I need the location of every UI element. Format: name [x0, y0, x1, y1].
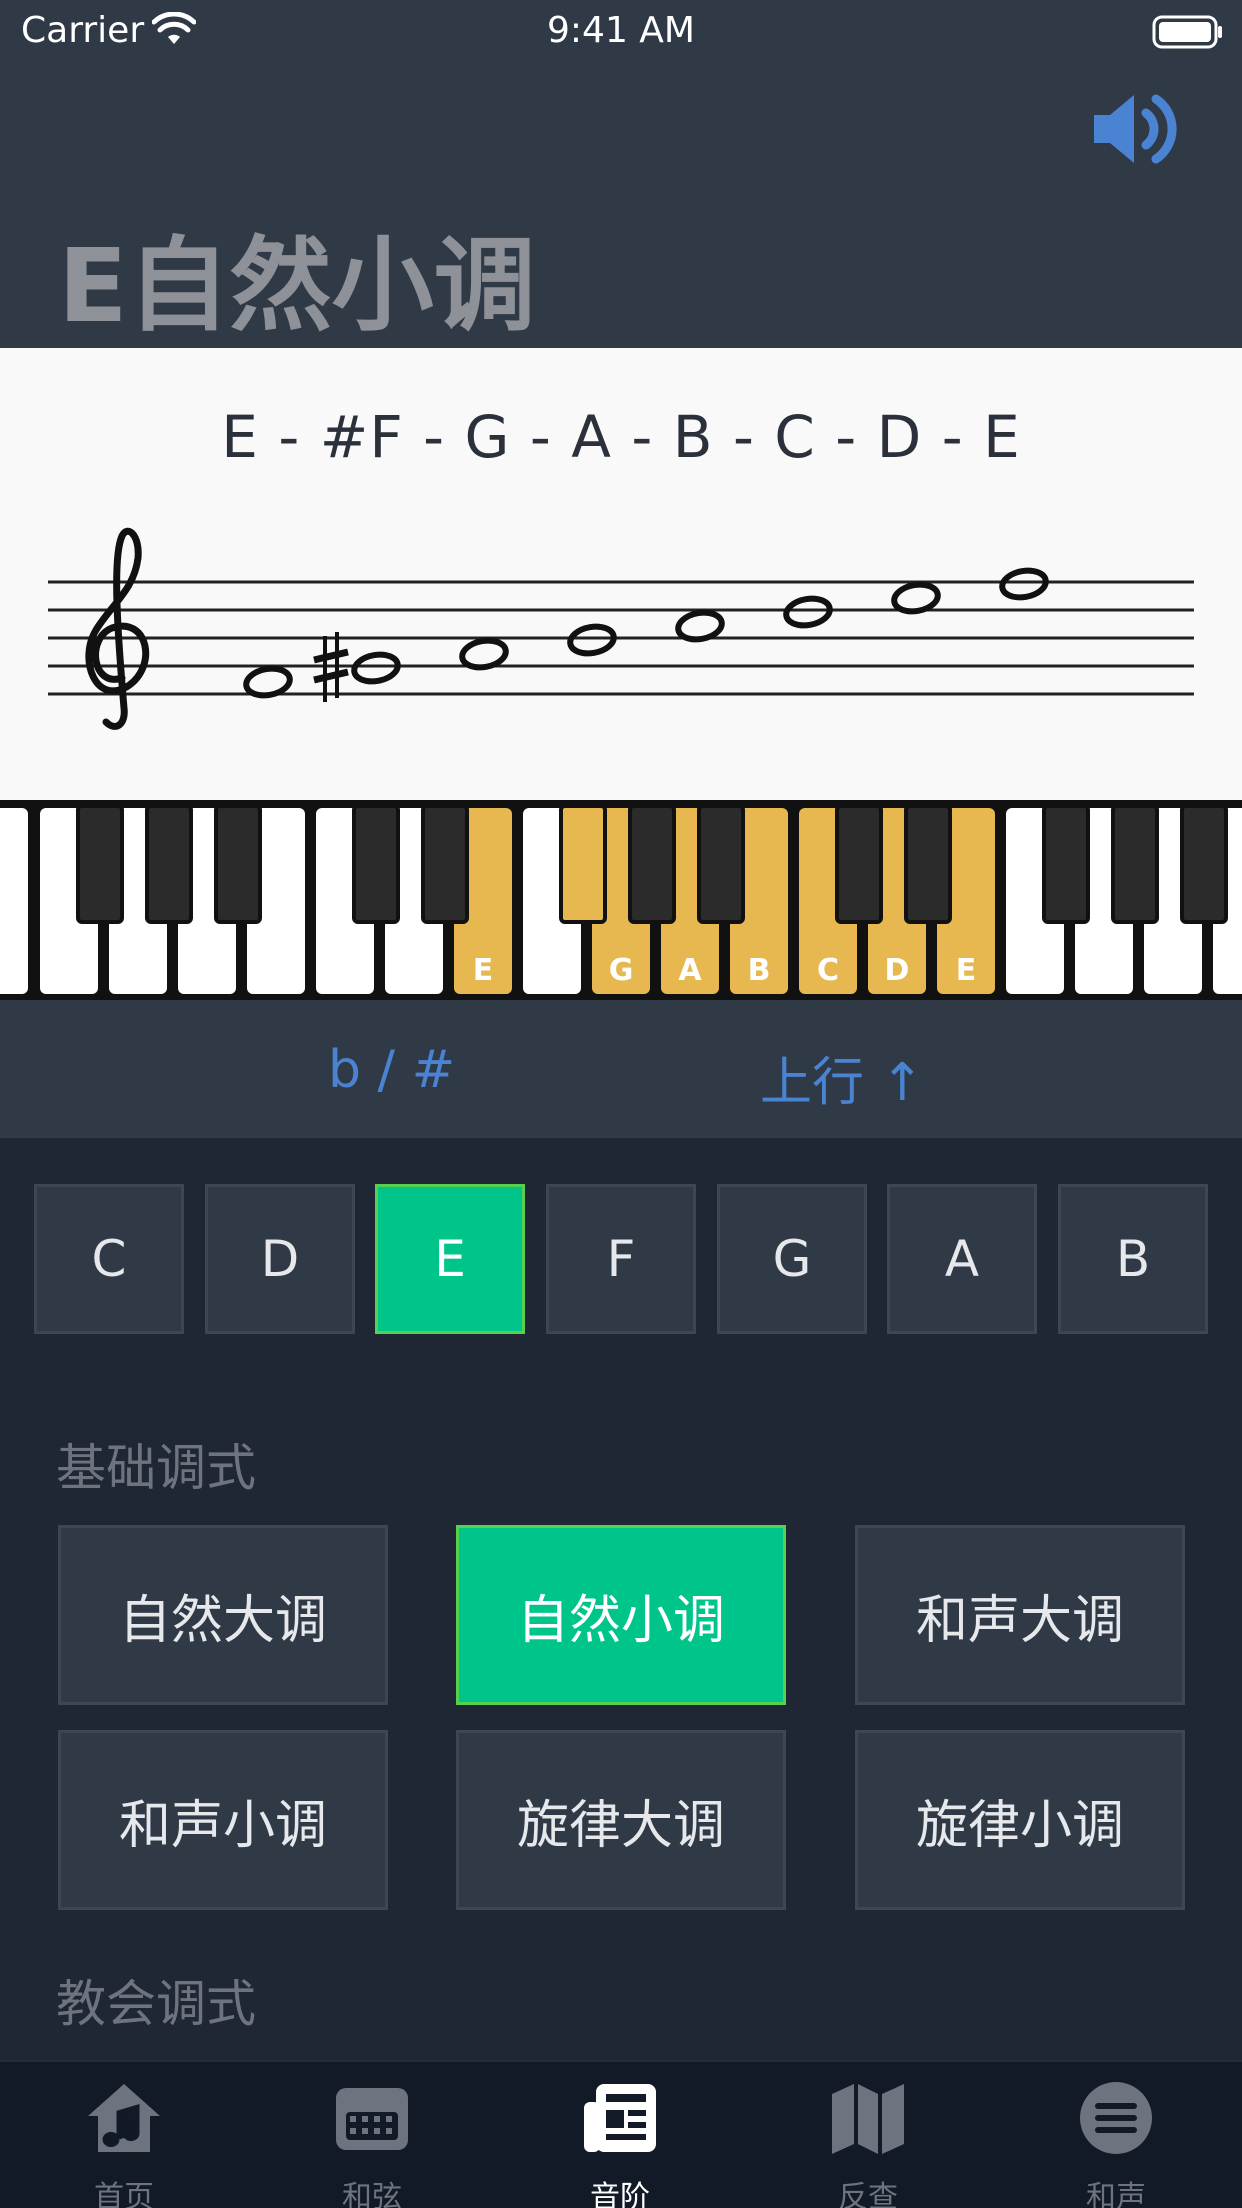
- key-label: D: [885, 953, 910, 988]
- home-music-icon: [88, 2084, 160, 2152]
- tab-scales[interactable]: 音阶: [496, 2062, 744, 2208]
- treble-clef-icon: [85, 527, 150, 730]
- mode-button-natural-major[interactable]: 自然大调: [58, 1525, 388, 1705]
- key-button-a[interactable]: A: [887, 1184, 1037, 1334]
- key-button-g[interactable]: G: [717, 1184, 867, 1334]
- section-label-basic-modes: 基础调式: [56, 1439, 256, 1497]
- staff-panel: E - #F - G - A - B - C - D - E: [0, 348, 1242, 800]
- speaker-icon[interactable]: [1090, 89, 1180, 169]
- piano-keyboard[interactable]: E G A B C D E: [0, 800, 1242, 1000]
- mode-button-melodic-minor[interactable]: 旋律小调: [855, 1730, 1185, 1910]
- key-button-c[interactable]: C: [34, 1184, 184, 1334]
- keyboard-icon: [336, 2088, 408, 2150]
- tab-lookup[interactable]: 反查: [744, 2062, 992, 2208]
- newspaper-icon: [584, 2084, 656, 2152]
- tab-home[interactable]: 首页: [0, 2062, 248, 2208]
- black-key-F-sharp: [559, 804, 607, 924]
- tab-label: 反查: [838, 2180, 898, 2208]
- key-label: C: [817, 953, 839, 988]
- key-button-d[interactable]: D: [205, 1184, 355, 1334]
- menu-circle-icon: [1080, 2082, 1152, 2154]
- tab-label: 音阶: [590, 2180, 650, 2208]
- accidental-toggle[interactable]: b / #: [328, 1040, 455, 1100]
- scale-notes-text: E - #F - G - A - B - C - D - E: [221, 403, 1021, 471]
- mode-button-natural-minor[interactable]: 自然小调: [456, 1525, 786, 1705]
- note-F-sharp: [351, 651, 401, 685]
- options-bar: b / # 上行 ↑: [0, 1000, 1242, 1138]
- key-button-e[interactable]: E: [375, 1184, 525, 1334]
- section-label-church-modes: 教会调式: [56, 1975, 256, 2033]
- tab-label: 首页: [94, 2180, 154, 2208]
- mode-button-harmonic-minor[interactable]: 和声小调: [58, 1730, 388, 1910]
- tab-label: 和弦: [342, 2180, 402, 2208]
- key-label: G: [609, 953, 634, 988]
- tab-chords[interactable]: 和弦: [248, 2062, 496, 2208]
- key-button-f[interactable]: F: [546, 1184, 696, 1334]
- key-label: E: [473, 953, 494, 988]
- battery-icon: [1152, 15, 1222, 49]
- map-icon: [832, 2084, 904, 2154]
- tab-label: 和声: [1086, 2180, 1146, 2208]
- tab-harmony[interactable]: 和声: [992, 2062, 1240, 2208]
- page-title: E自然小调: [58, 227, 536, 346]
- status-bar: Carrier 9:41 AM: [0, 0, 1242, 64]
- direction-toggle[interactable]: 上行 ↑: [760, 1040, 924, 1115]
- header: E自然小调: [0, 64, 1242, 348]
- key-label: E: [956, 953, 977, 988]
- note-A: [567, 623, 617, 657]
- tab-bar: 首页 和弦 音阶 反查 和声: [0, 2060, 1242, 2208]
- note-E-high: [999, 567, 1049, 601]
- mode-button-melodic-major[interactable]: 旋律大调: [456, 1730, 786, 1910]
- black-keys: [76, 804, 1228, 924]
- key-label: A: [678, 953, 702, 988]
- key-button-b[interactable]: B: [1058, 1184, 1208, 1334]
- music-staff: [48, 527, 1194, 730]
- key-label: B: [748, 953, 771, 988]
- mode-button-harmonic-major[interactable]: 和声大调: [855, 1525, 1185, 1705]
- note-C: [783, 595, 833, 629]
- clock: 9:41 AM: [547, 10, 695, 51]
